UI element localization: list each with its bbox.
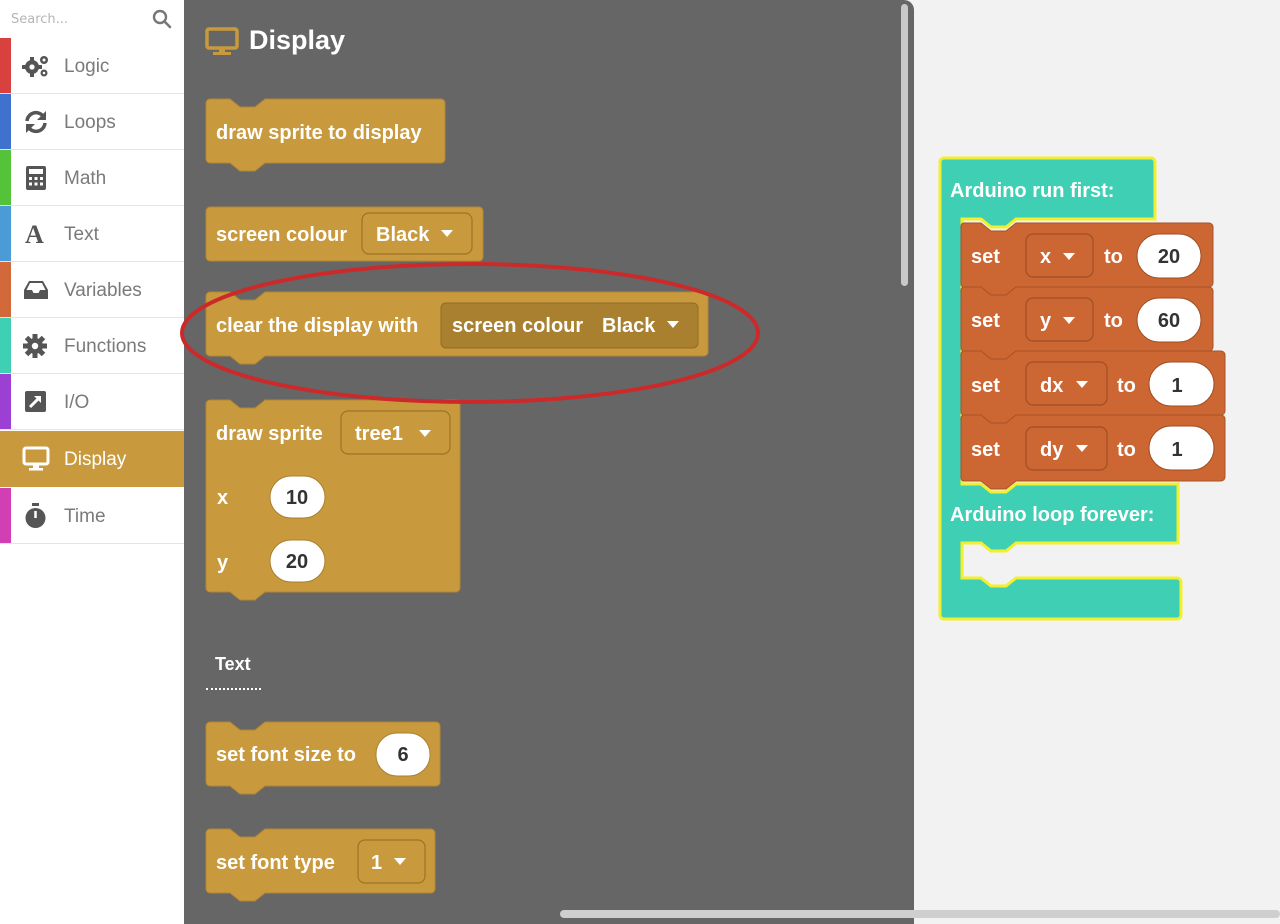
set-font-size-block[interactable]: set font size to 6 [205, 721, 441, 795]
set-font-type-block[interactable]: set font type 1 [205, 828, 436, 902]
variable-dropdown[interactable]: x [1025, 233, 1094, 278]
block-label: draw sprite [216, 423, 323, 445]
variable-name: dx [1040, 375, 1063, 397]
dropdown-value: Black [602, 315, 656, 337]
set-variable-block[interactable]: set dy to 1 [960, 414, 1226, 490]
variable-dropdown[interactable]: dy [1025, 426, 1108, 471]
set-variable-block[interactable]: set dx to 1 [960, 350, 1226, 424]
block-label: set font type [216, 852, 335, 874]
colour-dropdown[interactable]: Black [361, 212, 473, 255]
value: 20 [1158, 246, 1180, 268]
block-label: clear the display with [216, 315, 418, 337]
value: 1 [1171, 375, 1182, 397]
set-label: set [971, 375, 1000, 397]
set-variable-block[interactable]: set x to 20 [960, 222, 1214, 296]
to-label: to [1117, 375, 1136, 397]
screen-colour-block[interactable]: screen colour Black [205, 206, 484, 262]
set-label: set [971, 246, 1000, 268]
y-value: 20 [286, 551, 308, 573]
set-label: set [971, 310, 1000, 332]
dropdown-value: Black [376, 224, 430, 246]
to-label: to [1104, 246, 1123, 268]
reporter-label: screen colour [452, 315, 583, 337]
variable-name: x [1040, 246, 1051, 268]
draw-sprite-block[interactable]: draw sprite tree1 x 10 y 20 [205, 399, 461, 601]
y-label: y [217, 552, 229, 574]
variable-dropdown[interactable]: y [1025, 297, 1094, 342]
to-label: to [1117, 439, 1136, 461]
clear-display-block[interactable]: clear the display with screen colour Bla… [205, 291, 709, 365]
value: 1 [1171, 439, 1182, 461]
sprite-dropdown[interactable]: tree1 [340, 410, 451, 455]
value: 60 [1158, 310, 1180, 332]
screen-colour-reporter[interactable]: screen colour Black [440, 302, 699, 349]
variable-dropdown[interactable]: dx [1025, 361, 1108, 406]
variable-name: y [1040, 310, 1052, 332]
set-variable-block[interactable]: set y to 60 [960, 286, 1214, 360]
variable-name: dy [1040, 439, 1064, 461]
loop-forever-label: Arduino loop forever: [950, 504, 1154, 526]
set-label: set [971, 439, 1000, 461]
to-label: to [1104, 310, 1123, 332]
draw-sprite-to-display-block[interactable]: draw sprite to display [205, 98, 446, 172]
dropdown-value: tree1 [355, 423, 403, 445]
font-type-dropdown[interactable]: 1 [357, 839, 426, 884]
block-label: draw sprite to display [216, 122, 422, 144]
x-label: x [217, 487, 228, 509]
dropdown-value: 1 [371, 852, 382, 874]
font-size-value: 6 [397, 744, 408, 766]
x-value: 10 [286, 487, 308, 509]
block-label: screen colour [216, 224, 347, 246]
run-first-label: Arduino run first: [950, 180, 1114, 202]
block-label: set font size to [216, 744, 356, 766]
blocks-canvas: draw sprite to display screen colour Bla… [180, 98, 1226, 902]
